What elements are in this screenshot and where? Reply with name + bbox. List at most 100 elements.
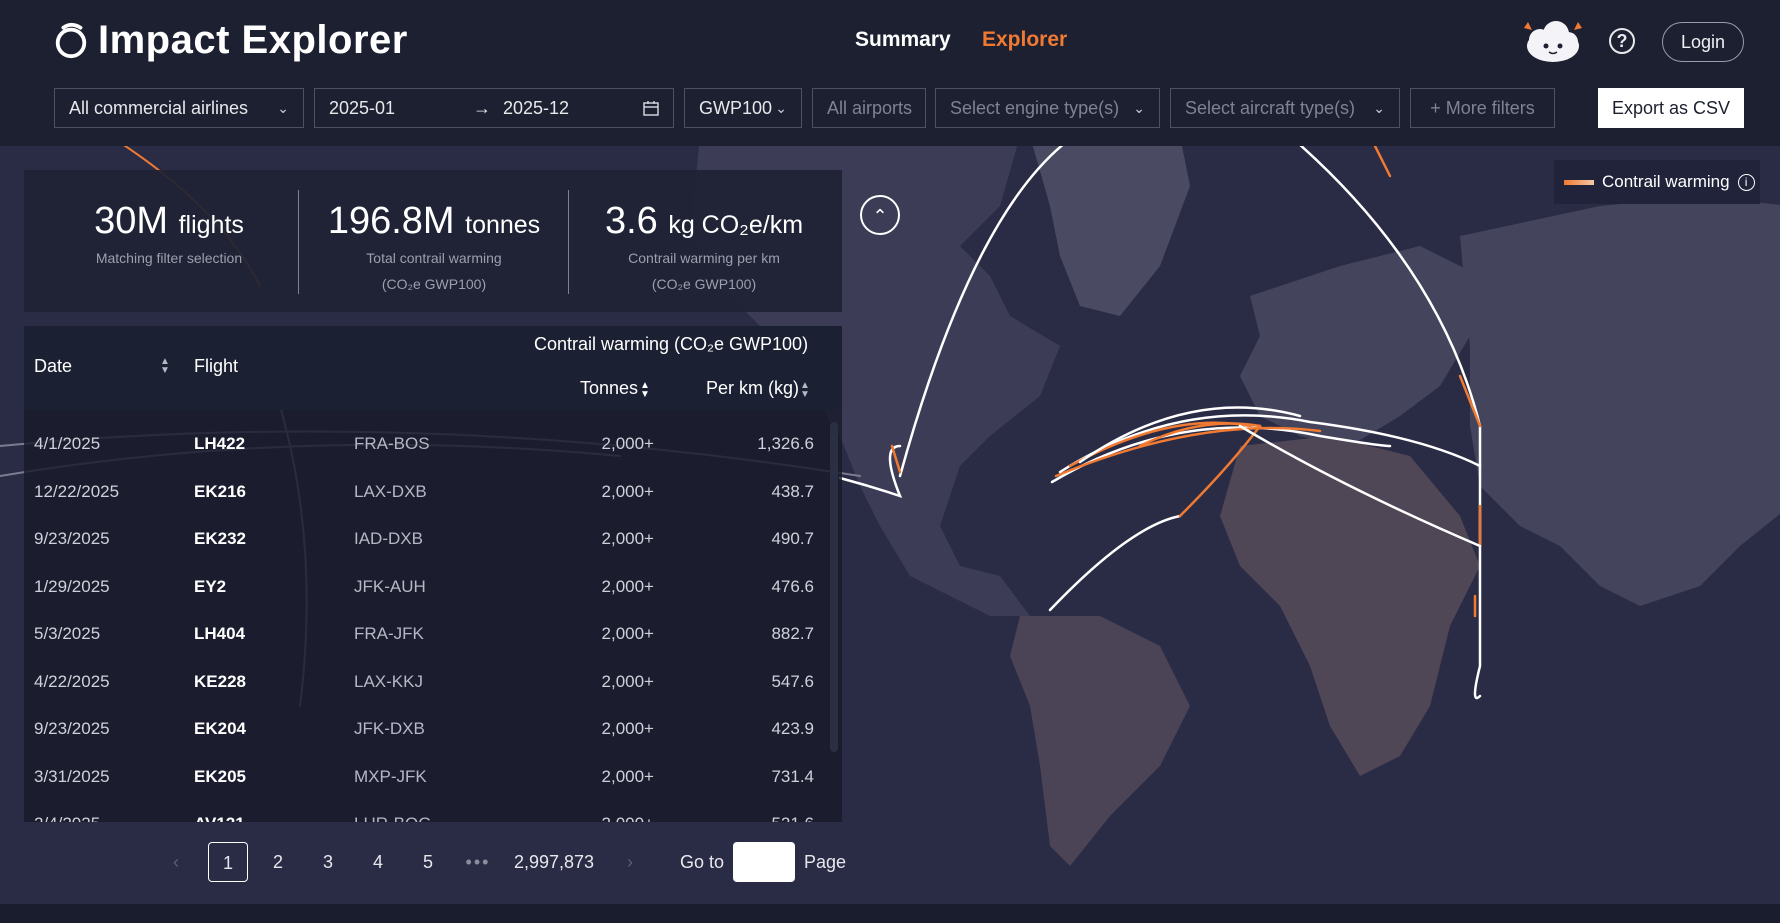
row-per-km: 438.7 <box>771 481 814 501</box>
row-date: 5/3/2025 <box>34 624 101 643</box>
row-per-km: 490.7 <box>771 529 814 548</box>
column-header-tonnes[interactable]: Tonnes <box>580 378 638 399</box>
row-route: FRA-BOS <box>354 434 430 453</box>
aircraft-type-select[interactable]: Select aircraft type(s) ⌄ <box>1170 88 1400 128</box>
table-row[interactable]: 9/23/2025 EK232 IAD-DXB 2,000+ 490.7 <box>24 515 842 563</box>
collapse-panel-button[interactable]: ⌃ <box>860 195 900 235</box>
page-button-3[interactable]: 3 <box>308 842 348 882</box>
info-icon[interactable]: i <box>1737 173 1755 191</box>
stat-caption-2: (CO₂e GWP100) <box>651 276 757 292</box>
table-scrollbar[interactable] <box>830 422 838 752</box>
row-date: 9/23/2025 <box>34 719 110 738</box>
row-tonnes: 2,000+ <box>601 671 654 691</box>
nav-summary[interactable]: Summary <box>855 28 951 52</box>
summary-stats: 30M flights Matching filter selection 19… <box>24 170 842 312</box>
stat-unit: kg CO₂e/km <box>668 211 804 239</box>
page-button-1[interactable]: 1 <box>208 842 248 882</box>
greenland-shape <box>1032 146 1190 316</box>
bottom-bar <box>0 904 1780 923</box>
date-range-picker[interactable]: 2025-01 → 2025-12 <box>314 88 674 128</box>
column-header-date[interactable]: Date <box>34 356 72 377</box>
row-flight: LH404 <box>194 624 246 643</box>
table-header: Date ▲ ▼ Flight Contrail warming (CO₂e GW… <box>24 326 842 410</box>
cloud-mascot-icon[interactable] <box>1520 16 1586 66</box>
row-flight: LH422 <box>194 434 246 453</box>
row-tonnes: 2,000+ <box>601 624 654 643</box>
stat-number: 30M <box>94 200 169 242</box>
goto-page-input[interactable] <box>733 842 795 882</box>
row-per-km: 423.9 <box>771 719 814 738</box>
column-header-per-km[interactable]: Per km (kg) <box>706 378 799 399</box>
engine-type-select[interactable]: Select engine type(s) ⌄ <box>935 88 1160 128</box>
next-page-button[interactable]: › <box>618 842 642 882</box>
map-legend: Contrail warming i <box>1554 160 1760 204</box>
calendar-icon <box>643 101 659 116</box>
page-button-5[interactable]: 5 <box>408 842 448 882</box>
page-label: Page <box>803 852 847 872</box>
airline-select[interactable]: All commercial airlines ⌄ <box>54 88 304 128</box>
row-route: IAD-DXB <box>354 529 423 548</box>
logo-icon <box>55 22 87 58</box>
stat-caption: Contrail warming per km <box>628 250 780 266</box>
date-from[interactable]: 2025-01 <box>329 98 395 118</box>
login-button[interactable]: Login <box>1662 22 1744 62</box>
row-date: 2/4/2025 <box>34 814 100 822</box>
table-row[interactable]: 9/23/2025 EK204 JFK-DXB 2,000+ 423.9 <box>24 705 842 753</box>
sort-icon[interactable]: ▲ ▼ <box>800 381 810 400</box>
row-flight: EY2 <box>194 576 227 596</box>
stat-unit: flights <box>178 211 244 239</box>
table-row[interactable]: 5/3/2025 LH404 FRA-JFK 2,000+ 882.7 <box>24 610 842 658</box>
nav-explorer[interactable]: Explorer <box>982 28 1067 52</box>
aircraft-type-placeholder: Select aircraft type(s) <box>1185 98 1356 118</box>
chevron-down-icon: ⌄ <box>1133 100 1145 116</box>
row-date: 3/31/2025 <box>34 766 110 786</box>
table-row[interactable]: 12/22/2025 EK216 LAX-DXB 2,000+ 438.7 <box>24 468 842 516</box>
table-row[interactable]: 1/29/2025 EY2 JFK-AUH 2,000+ 476.6 <box>24 563 842 611</box>
row-per-km: 731.4 <box>771 766 814 786</box>
row-route: JFK-DXB <box>354 719 425 738</box>
stat-caption-2: (CO₂e GWP100) <box>381 276 487 292</box>
airport-select[interactable]: All airports <box>812 88 926 128</box>
stat-number: 196.8M <box>327 200 455 242</box>
row-date: 9/23/2025 <box>34 529 110 548</box>
top-bar: Impact Explorer Summary Explorer ? Login… <box>0 0 1780 146</box>
row-flight: KE228 <box>194 671 246 691</box>
sort-icon[interactable]: ▲ ▼ <box>640 381 650 400</box>
table-row[interactable]: 3/31/2025 EK205 MXP-JFK 2,000+ 731.4 <box>24 753 842 801</box>
row-tonnes: 2,000+ <box>602 814 654 822</box>
stat-caption: Total contrail warming <box>366 250 502 266</box>
table-row[interactable]: 2/4/2025 AV121 LHR-BOG 2,000+ 521.6 <box>24 800 842 822</box>
row-route: FRA-JFK <box>354 624 424 643</box>
arrow-right-icon: → <box>473 98 491 118</box>
stat-total-warming: 196.8M tonnes Total contrail warming (CO… <box>299 200 569 295</box>
help-icon[interactable]: ? <box>1609 28 1635 54</box>
page-ellipsis[interactable]: ••• <box>458 842 498 882</box>
engine-type-placeholder: Select engine type(s) <box>950 98 1120 118</box>
table-row[interactable]: 4/1/2025 LH422 FRA-BOS 2,000+ 1,326.6 <box>24 420 842 468</box>
chevron-down-icon: ⌄ <box>277 100 289 116</box>
page-button-last[interactable]: 2,997,873 <box>510 842 598 882</box>
stat-flights: 30M flights Matching filter selection <box>34 200 304 273</box>
row-route: LHR-BOG <box>354 814 431 822</box>
page-button-2[interactable]: 2 <box>258 842 298 882</box>
row-per-km: 547.6 <box>771 671 814 691</box>
metric-select-value: GWP100 <box>699 98 773 118</box>
airline-select-value: All commercial airlines <box>69 98 249 118</box>
page-button-4[interactable]: 4 <box>358 842 398 882</box>
row-flight: AV121 <box>194 814 245 822</box>
sort-icon[interactable]: ▲ ▼ <box>160 357 170 376</box>
legend-label: Contrail warming <box>1602 172 1730 191</box>
more-filters-button[interactable]: + More filters <box>1410 88 1555 128</box>
column-group-header: Contrail warming (CO₂e GWP100) <box>534 334 809 354</box>
export-csv-button[interactable]: Export as CSV <box>1598 88 1744 128</box>
table-row[interactable]: 4/22/2025 KE228 LAX-KKJ 2,000+ 547.6 <box>24 658 842 706</box>
legend-swatch <box>1564 179 1594 185</box>
stat-unit: tonnes <box>465 211 541 239</box>
row-flight: EK205 <box>194 766 246 786</box>
date-to[interactable]: 2025-12 <box>503 89 569 127</box>
row-flight: EK216 <box>194 481 246 501</box>
prev-page-button[interactable]: ‹ <box>164 842 188 882</box>
metric-select[interactable]: GWP100 ⌄ <box>684 88 802 128</box>
logo[interactable]: Impact Explorer <box>52 18 408 63</box>
row-tonnes: 2,000+ <box>601 766 654 786</box>
